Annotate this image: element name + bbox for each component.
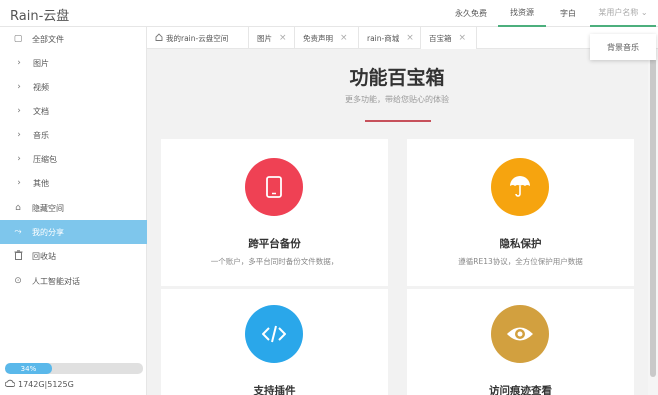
sidebar: ▢ 全部文件 › 图片 › 视频 › 文档 › 音乐 › 压缩包 › 其他 ⌂ …	[0, 27, 147, 395]
card-title: 跨平台备份	[248, 238, 301, 250]
main-content: 功能百宝箱 更多功能，带给您贴心的体验 跨平台备份 一个账户，多平台同时备份文件…	[147, 49, 647, 395]
card-title: 访问痕迹查看	[489, 385, 552, 395]
sidebar-item-label: 压缩包	[33, 154, 57, 164]
tab-label: rain-商城	[367, 33, 400, 43]
chevron-right-icon: ›	[17, 178, 21, 188]
feature-card-privacy[interactable]: 隐私保护 遵循RE13协议，全方位保护用户数据	[407, 139, 634, 286]
storage-usage-text: 1742G|5125G	[18, 379, 74, 389]
sidebar-item-ai-chat[interactable]: ⊙ 人工智能对话	[0, 269, 147, 293]
tab-disclaimer[interactable]: 免责声明 ×	[295, 27, 359, 49]
share-icon: ⤳	[14, 227, 22, 237]
top-bar: Rain-云盘 永久免费 找资源 字白 某用户名称 ⌄	[0, 0, 658, 27]
nav-font[interactable]: 字白	[548, 0, 588, 27]
sidebar-item-all-files[interactable]: ▢ 全部文件	[0, 27, 147, 51]
card-description: 一个账户，多平台同时备份文件数据，	[210, 257, 339, 266]
sidebar-item-label: 图片	[33, 58, 49, 68]
file-icon: ▢	[13, 34, 23, 44]
tab-label: 图片	[257, 33, 272, 43]
sidebar-item-label: 音乐	[33, 130, 49, 140]
sidebar-item-label: 全部文件	[32, 34, 64, 44]
nav-find-resources[interactable]: 找资源	[498, 0, 546, 27]
chevron-right-icon: ›	[17, 130, 21, 140]
sidebar-item-videos[interactable]: › 视频	[0, 75, 147, 99]
cloud-icon	[4, 379, 16, 389]
sidebar-item-music[interactable]: › 音乐	[0, 123, 147, 147]
chevron-right-icon: ›	[17, 58, 21, 68]
close-icon[interactable]: ×	[459, 33, 467, 43]
sidebar-item-documents[interactable]: › 文档	[0, 99, 147, 123]
dropdown-background-music[interactable]: 背景音乐	[590, 34, 656, 60]
tab-my-space[interactable]: 我的rain-云盘空间	[147, 27, 249, 49]
storage-progress-bar: 34%	[5, 363, 143, 374]
sidebar-item-recycle-bin[interactable]: 回收站	[0, 244, 147, 268]
app-title: Rain-云盘	[10, 9, 70, 24]
sidebar-item-label: 视频	[33, 82, 49, 92]
nav-free[interactable]: 永久免费	[446, 0, 496, 27]
code-icon	[245, 305, 303, 363]
feature-card-access-trace[interactable]: 访问痕迹查看	[407, 289, 634, 395]
tab-label: 免责声明	[303, 33, 333, 43]
sidebar-item-other[interactable]: › 其他	[0, 171, 147, 195]
tab-bar: 我的rain-云盘空间 图片 × 免责声明 × rain-商城 × 百宝箱 ×	[147, 27, 658, 49]
tab-label: 我的rain-云盘空间	[166, 33, 229, 43]
sidebar-item-label: 文档	[33, 106, 49, 116]
close-icon[interactable]: ×	[406, 33, 414, 43]
feature-card-plugins[interactable]: 支持插件	[161, 289, 388, 395]
feature-card-backup[interactable]: 跨平台备份 一个账户，多平台同时备份文件数据，	[161, 139, 388, 286]
eye-icon	[491, 305, 549, 363]
user-menu[interactable]: 某用户名称 ⌄	[590, 0, 656, 27]
tab-images[interactable]: 图片 ×	[249, 27, 295, 49]
tablet-icon	[245, 158, 303, 216]
chevron-right-icon: ›	[17, 154, 21, 164]
sidebar-item-label: 回收站	[32, 251, 56, 261]
lock-icon: ⌂	[15, 203, 21, 213]
sidebar-item-archives[interactable]: › 压缩包	[0, 147, 147, 171]
storage-usage: 1742G|5125G	[4, 379, 74, 389]
sidebar-item-label: 人工智能对话	[32, 276, 80, 286]
storage-progress-fill: 34%	[5, 363, 52, 374]
page-subtitle: 更多功能，带给您贴心的体验	[345, 95, 449, 104]
scrollbar-thumb[interactable]	[650, 55, 656, 377]
sidebar-item-label: 隐藏空间	[32, 203, 64, 213]
close-icon[interactable]: ×	[279, 33, 287, 43]
chevron-right-icon: ›	[17, 82, 21, 92]
tab-rain-mall[interactable]: rain-商城 ×	[359, 27, 421, 49]
card-title: 隐私保护	[499, 238, 542, 250]
home-icon	[155, 33, 163, 43]
scrollbar[interactable]	[648, 49, 658, 395]
chevron-right-icon: ›	[17, 106, 21, 116]
tab-toolbox[interactable]: 百宝箱 ×	[421, 27, 477, 49]
close-icon[interactable]: ×	[340, 33, 348, 43]
sidebar-item-images[interactable]: › 图片	[0, 51, 147, 75]
sidebar-item-my-shares[interactable]: ⤳ 我的分享	[0, 220, 147, 244]
title-underline	[365, 120, 431, 122]
sidebar-item-hidden-space[interactable]: ⌂ 隐藏空间	[0, 196, 147, 220]
trash-icon	[12, 249, 24, 263]
chat-icon: ⊙	[14, 276, 22, 286]
sidebar-item-label: 我的分享	[32, 227, 64, 237]
sidebar-item-label: 其他	[33, 178, 49, 188]
umbrella-icon	[491, 158, 549, 216]
tab-label: 百宝箱	[429, 33, 452, 43]
card-description: 遵循RE13协议，全方位保护用户数据	[458, 257, 583, 266]
page-title: 功能百宝箱	[349, 67, 445, 89]
card-title: 支持插件	[253, 385, 296, 395]
